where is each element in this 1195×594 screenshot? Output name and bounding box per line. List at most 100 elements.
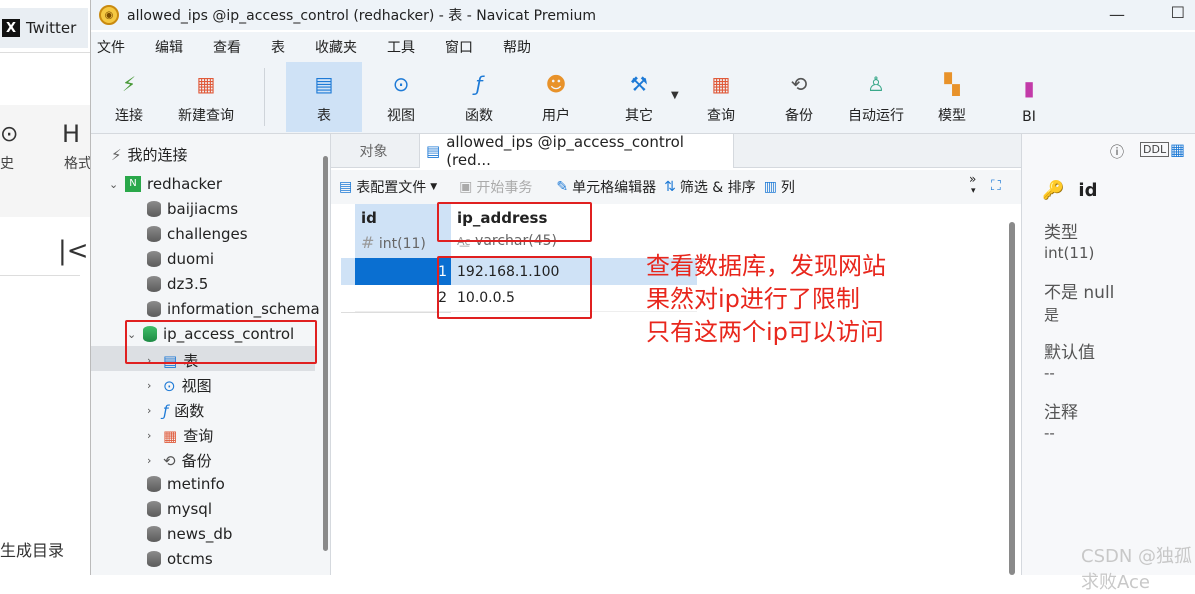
default-value: --: [1044, 364, 1055, 382]
toolbar-table-button[interactable]: ▤ 表: [286, 62, 362, 132]
function-icon: ƒ: [475, 72, 483, 96]
column-type-label: int(11): [378, 236, 426, 252]
database-item[interactable]: dz3.5: [147, 275, 208, 293]
connections-icon: ⚡: [111, 145, 122, 164]
database-label: otcms: [167, 550, 213, 568]
format-label: 格式: [64, 156, 92, 172]
database-label: dz3.5: [167, 275, 209, 293]
navicat-window: ◉ allowed_ips @ip_access_control (redhac…: [90, 0, 1195, 593]
connection-redhacker[interactable]: ⌄ N redhacker: [109, 175, 222, 193]
type-value: int(11): [1044, 244, 1095, 262]
history-icon[interactable]: ⊙: [0, 122, 18, 147]
heading-icon[interactable]: H: [62, 120, 80, 148]
toolbar-backup-button[interactable]: ⟲ 备份: [771, 62, 827, 132]
chevron-right-icon[interactable]: ›: [147, 454, 157, 467]
toolbar-new-query-button[interactable]: ▦ 新建查询: [171, 62, 241, 132]
robot-icon: ♙: [867, 72, 885, 96]
menu-favorites[interactable]: 收藏夹: [315, 37, 357, 57]
window-title: allowed_ips @ip_access_control (redhacke…: [127, 8, 596, 24]
tab-label: allowed_ips @ip_access_control (red...: [446, 133, 684, 169]
menu-edit[interactable]: 编辑: [155, 37, 183, 57]
database-item[interactable]: news_db: [147, 525, 232, 543]
menu-window[interactable]: 窗口: [445, 37, 473, 57]
toolbar-other-button[interactable]: ⚒ 其它: [611, 62, 667, 132]
table-profile-label: 表配置文件: [356, 180, 427, 196]
database-icon: [147, 251, 161, 267]
background-app: [0, 0, 90, 575]
tree-node-views[interactable]: › ⊙ 视图: [147, 375, 212, 396]
table-toolbar: ▤ 表配置文件 ▼ ▣ 开始事务 ✎ 单元格编辑器 ⇅ 筛选 & 排序 ▥ 列 …: [331, 170, 1021, 204]
toolbar-label: 表: [317, 108, 331, 124]
menu-help[interactable]: 帮助: [503, 37, 531, 57]
toolbar-model-button[interactable]: ▚ 模型: [924, 62, 980, 132]
table-profile-button[interactable]: ▤ 表配置文件 ▼: [339, 177, 437, 197]
highlight-box-column: [437, 202, 592, 242]
table-icon: ▤: [426, 142, 441, 160]
toolbar-connect-button[interactable]: ⚡ 连接: [105, 62, 153, 132]
database-icon: [147, 226, 161, 242]
toolbar-automation-button[interactable]: ♙ 自动运行: [841, 62, 911, 132]
row-indicator[interactable]: [341, 258, 355, 285]
minimize-button[interactable]: —: [1109, 5, 1125, 24]
menu-view[interactable]: 查看: [213, 37, 241, 57]
database-icon: [147, 501, 161, 517]
fullscreen-icon[interactable]: ⛶: [991, 178, 1001, 194]
grid-view-icon[interactable]: ▦: [1170, 140, 1185, 159]
menu-bar: 文件 编辑 查看 表 收藏夹 工具 窗口 帮助: [91, 32, 1195, 62]
toolbar-function-button[interactable]: ƒ 函数: [451, 62, 507, 132]
database-item[interactable]: duomi: [147, 250, 214, 268]
divider: [0, 275, 80, 276]
toolbar-query-button[interactable]: ▦ 查询: [693, 62, 749, 132]
tree-node-queries[interactable]: › ▦ 查询: [147, 425, 213, 446]
tree-node-backups[interactable]: › ⟲ 备份: [147, 450, 212, 471]
connection-label: redhacker: [147, 175, 223, 193]
divider: [0, 52, 90, 53]
database-item[interactable]: mysql: [147, 500, 212, 518]
grid-scrollbar[interactable]: [1009, 222, 1015, 575]
database-item[interactable]: information_schema: [147, 300, 320, 318]
chevron-right-icon[interactable]: ›: [147, 404, 157, 417]
database-label: baijiacms: [167, 200, 239, 218]
cell-editor-button[interactable]: ✎ 单元格编辑器: [556, 177, 656, 197]
sidebar-scrollbar[interactable]: [323, 156, 328, 551]
columns-button[interactable]: ▥ 列: [764, 177, 795, 197]
type-label: 类型: [1044, 223, 1078, 243]
user-icon: ☻: [545, 72, 567, 96]
begin-transaction-button[interactable]: ▣ 开始事务: [459, 177, 532, 197]
chevron-right-icon[interactable]: ›: [147, 429, 157, 442]
toolbar-bi-button[interactable]: ▮ BI: [1001, 62, 1057, 132]
toolbar-user-button[interactable]: ☻ 用户: [528, 62, 584, 132]
database-label: challenges: [167, 225, 248, 243]
my-connections[interactable]: ⚡ 我的连接: [111, 144, 188, 165]
generate-toc-label[interactable]: 生成目录: [0, 537, 64, 561]
info-icon[interactable]: ⓘ: [1110, 142, 1124, 162]
filter-sort-label: 筛选 & 排序: [679, 180, 756, 196]
info-panel: ⓘ DDL ▦ 🔑 id 类型 int(11) 不是 null 是 默认值 --…: [1021, 134, 1195, 575]
database-item[interactable]: challenges: [147, 225, 248, 243]
twitter-tab[interactable]: X Twitter: [0, 8, 88, 48]
chevron-down-icon[interactable]: ▼: [671, 90, 679, 101]
function-icon: ƒ: [163, 401, 169, 420]
database-item[interactable]: baijiacms: [147, 200, 238, 218]
filter-sort-button[interactable]: ⇅ 筛选 & 排序: [664, 177, 756, 197]
tab-objects[interactable]: 对象: [331, 134, 416, 168]
tab-allowed-ips[interactable]: ▤ allowed_ips @ip_access_control (red...: [419, 133, 734, 169]
more-icon[interactable]: »: [969, 172, 976, 186]
collapse-icon[interactable]: |<: [58, 236, 89, 266]
toolbar-view-button[interactable]: ⊙ 视图: [373, 62, 429, 132]
menu-file[interactable]: 文件: [97, 37, 125, 57]
menu-table[interactable]: 表: [271, 37, 285, 57]
tab-bar: 对象 ▤ allowed_ips @ip_access_control (red…: [331, 133, 1021, 169]
table-icon: ▤: [314, 72, 334, 96]
menu-tools[interactable]: 工具: [387, 37, 415, 57]
database-item[interactable]: metinfo: [147, 475, 225, 493]
chevron-right-icon[interactable]: ›: [147, 379, 157, 392]
maximize-button[interactable]: ☐: [1171, 3, 1185, 22]
database-item[interactable]: otcms: [147, 550, 213, 568]
database-icon: [147, 201, 161, 217]
navicat-logo-icon: ◉: [99, 5, 119, 25]
tree-node-functions[interactable]: › ƒ 函数: [147, 400, 204, 421]
chevron-down-icon[interactable]: ⌄: [109, 178, 119, 191]
ddl-icon[interactable]: DDL: [1140, 142, 1170, 157]
chevron-down-icon[interactable]: ▾: [971, 186, 976, 196]
